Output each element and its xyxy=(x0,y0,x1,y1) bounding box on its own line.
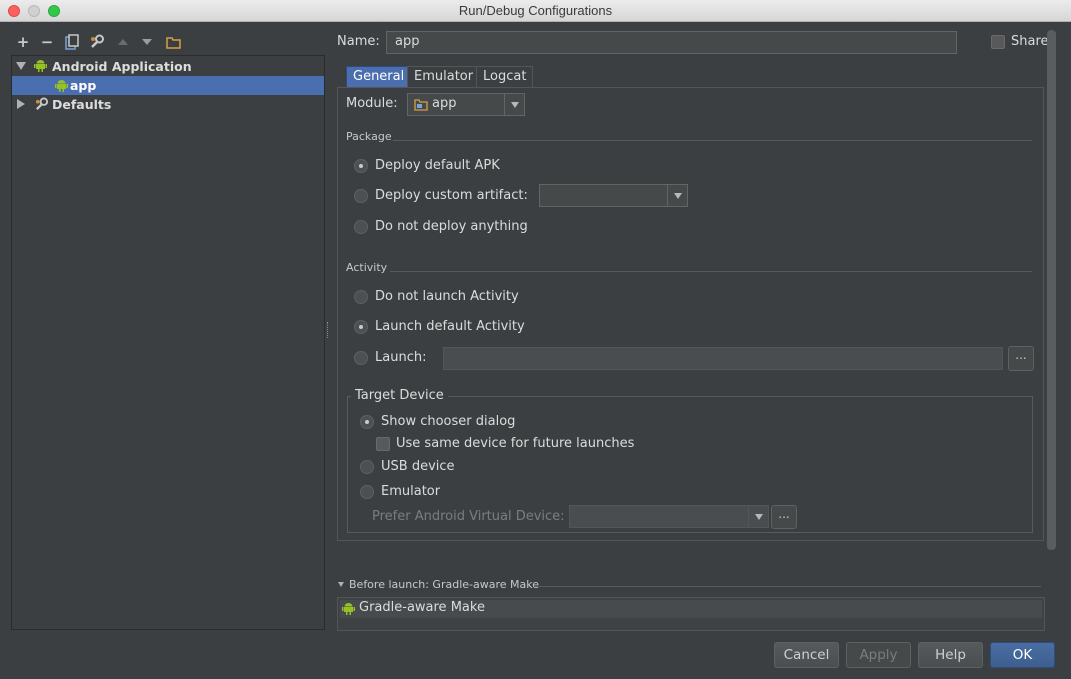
move-down-button[interactable] xyxy=(138,33,156,51)
module-label: Module: xyxy=(346,96,398,111)
usb-device-label: USB device xyxy=(381,459,455,474)
use-same-device-checkbox[interactable] xyxy=(376,437,390,451)
list-item[interactable]: Gradle-aware Make xyxy=(340,600,1042,618)
wrench-icon xyxy=(91,34,104,48)
share-label: Share xyxy=(1011,34,1049,49)
deploy-custom-artifact-radio[interactable] xyxy=(354,189,368,203)
do-not-launch-activity-label: Do not launch Activity xyxy=(375,289,519,304)
tab-emulator[interactable]: Emulator xyxy=(407,66,481,88)
cancel-button[interactable]: Cancel xyxy=(774,642,839,668)
window-title: Run/Debug Configurations xyxy=(458,3,613,18)
prefer-avd-select[interactable] xyxy=(569,505,769,528)
tree-item-label: app xyxy=(70,78,97,93)
plus-icon: + xyxy=(16,33,30,51)
apply-button[interactable]: Apply xyxy=(846,642,911,668)
deploy-default-apk-label: Deploy default APK xyxy=(375,158,500,173)
tree-group-defaults[interactable]: Defaults xyxy=(12,95,324,114)
show-chooser-radio[interactable] xyxy=(360,415,374,429)
do-not-deploy-label: Do not deploy anything xyxy=(375,219,528,234)
launch-activity-label: Launch: xyxy=(375,350,427,365)
package-section-title: Package xyxy=(346,130,392,143)
remove-configuration-button[interactable]: − xyxy=(38,33,56,51)
tab-general[interactable]: General xyxy=(346,66,412,88)
deploy-custom-artifact-label: Deploy custom artifact: xyxy=(375,188,528,203)
copy-configuration-button[interactable] xyxy=(63,33,81,51)
minus-icon: − xyxy=(40,33,54,51)
activity-section-title: Activity xyxy=(346,261,388,274)
before-launch-divider xyxy=(534,586,1041,587)
chevron-down-icon[interactable] xyxy=(338,582,344,587)
arrow-up-icon xyxy=(118,39,128,45)
show-chooser-label: Show chooser dialog xyxy=(381,414,516,429)
browse-avd-button[interactable]: ... xyxy=(771,505,797,529)
chevron-down-icon[interactable] xyxy=(504,94,524,115)
folder-icon xyxy=(165,36,181,49)
launch-activity-input[interactable] xyxy=(443,347,1003,370)
before-launch-list[interactable]: Gradle-aware Make xyxy=(337,597,1045,631)
android-icon xyxy=(342,603,355,615)
browse-activity-button[interactable]: ... xyxy=(1008,346,1034,371)
emulator-label: Emulator xyxy=(381,484,441,499)
tree-item-app[interactable]: app xyxy=(12,76,324,95)
chevron-down-icon[interactable] xyxy=(16,62,26,70)
name-input[interactable]: app xyxy=(386,31,957,54)
vertical-scrollbar[interactable] xyxy=(1047,30,1056,550)
android-icon xyxy=(55,80,68,92)
edit-defaults-button[interactable] xyxy=(88,33,106,51)
target-device-title: Target Device xyxy=(351,388,448,403)
deploy-default-apk-radio[interactable] xyxy=(354,159,368,173)
move-up-button[interactable] xyxy=(114,33,132,51)
splitter-handle[interactable] xyxy=(327,322,330,338)
before-launch-title: Before launch: Gradle-aware Make xyxy=(349,578,539,591)
launch-activity-radio[interactable] xyxy=(354,351,368,365)
emulator-radio[interactable] xyxy=(360,485,374,499)
custom-artifact-select[interactable] xyxy=(539,184,688,207)
tree-group-label: Android Application xyxy=(52,59,192,74)
launch-default-activity-radio[interactable] xyxy=(354,320,368,334)
chevron-right-icon[interactable] xyxy=(17,99,25,109)
tree-group-android-application[interactable]: Android Application xyxy=(12,57,324,76)
do-not-launch-activity-radio[interactable] xyxy=(354,290,368,304)
window-titlebar: Run/Debug Configurations xyxy=(0,0,1071,22)
tree-group-label: Defaults xyxy=(52,97,112,112)
add-configuration-button[interactable]: + xyxy=(14,33,32,51)
ok-button[interactable]: OK xyxy=(990,642,1055,668)
wrench-icon xyxy=(35,97,49,111)
module-select[interactable]: app xyxy=(407,93,525,116)
share-checkbox[interactable] xyxy=(991,35,1005,49)
tab-logcat[interactable]: Logcat xyxy=(476,66,534,88)
module-folder-icon xyxy=(414,99,428,111)
before-launch-item-label: Gradle-aware Make xyxy=(359,600,485,615)
copy-icon xyxy=(65,34,79,50)
usb-device-radio[interactable] xyxy=(360,460,374,474)
activity-divider xyxy=(390,271,1032,272)
chevron-down-icon[interactable] xyxy=(748,506,768,527)
arrow-down-icon xyxy=(142,39,152,45)
configurations-tree[interactable]: Android Application app Defaults xyxy=(11,55,325,630)
chevron-down-icon[interactable] xyxy=(667,185,687,206)
help-button[interactable]: Help xyxy=(918,642,983,668)
android-icon xyxy=(34,60,47,72)
do-not-deploy-radio[interactable] xyxy=(354,220,368,234)
launch-default-activity-label: Launch default Activity xyxy=(375,319,525,334)
name-label: Name: xyxy=(337,34,380,49)
prefer-avd-label: Prefer Android Virtual Device: xyxy=(372,509,565,524)
use-same-device-label: Use same device for future launches xyxy=(396,436,635,451)
module-select-value: app xyxy=(432,96,457,111)
package-divider xyxy=(393,140,1032,141)
new-folder-button[interactable] xyxy=(164,33,182,51)
